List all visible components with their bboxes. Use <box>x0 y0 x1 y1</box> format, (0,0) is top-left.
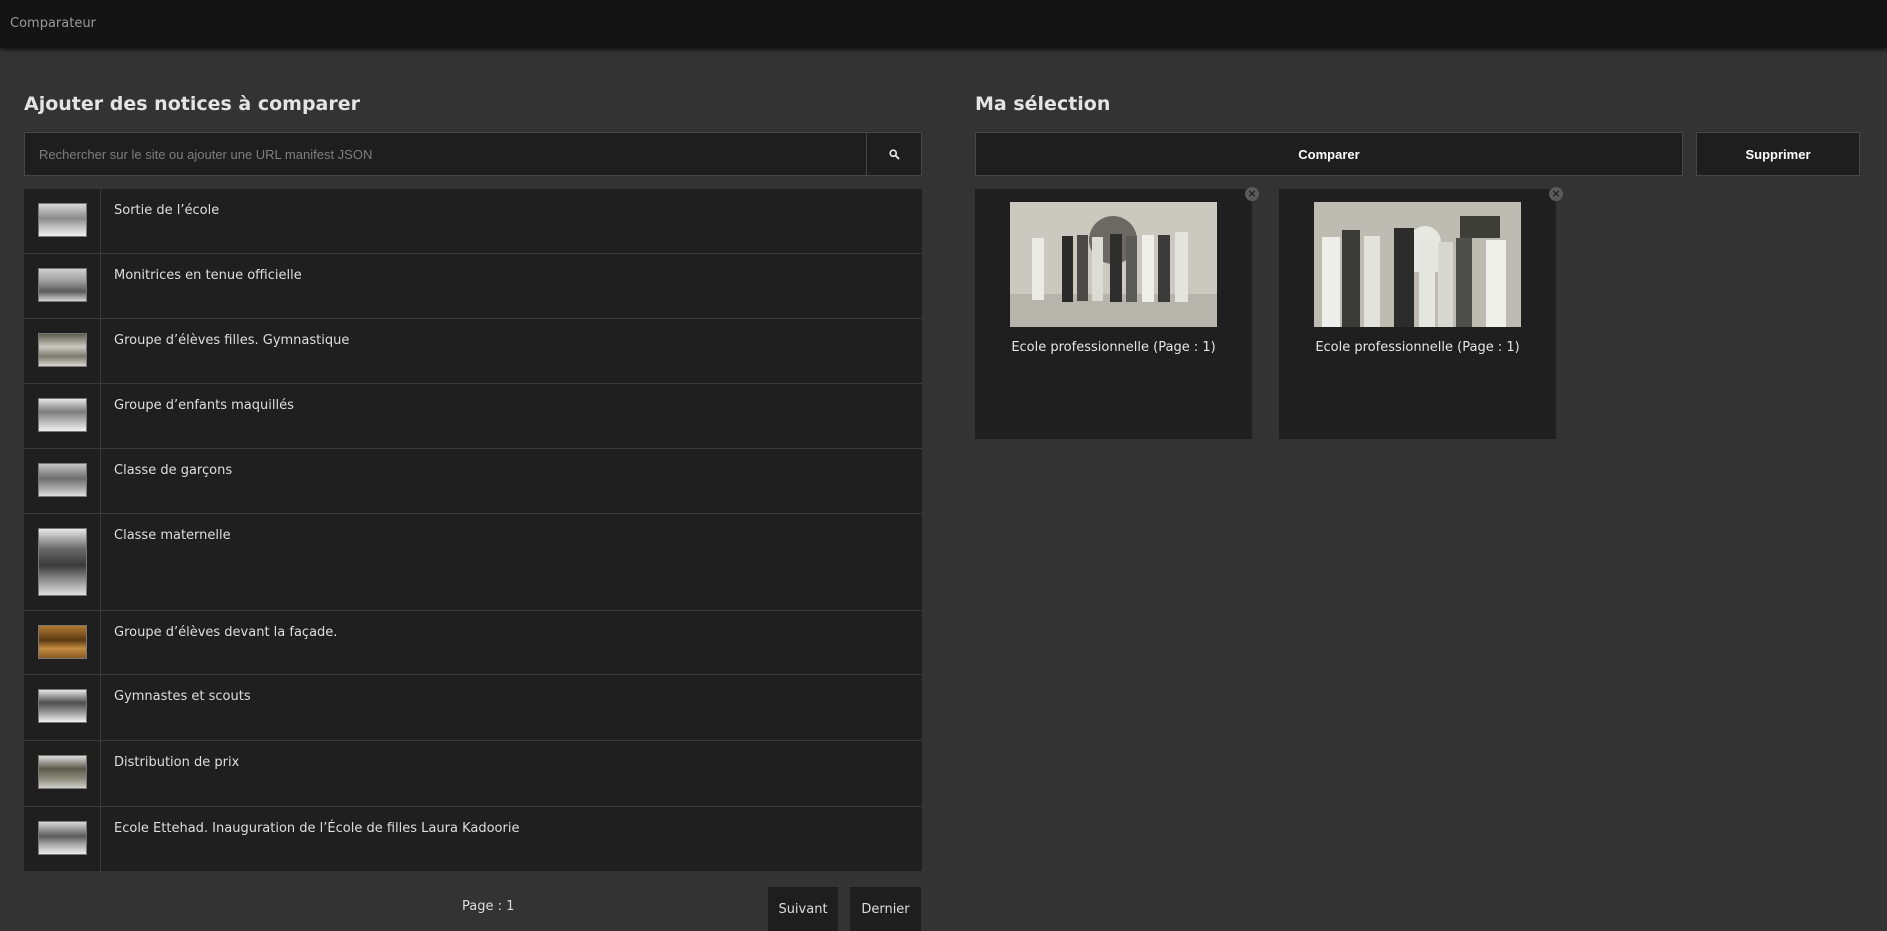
thumb-cell <box>24 611 101 674</box>
top-bar: Comparateur <box>0 0 1887 48</box>
result-list: Sortie de l’école Monitrices en tenue of… <box>24 189 922 871</box>
add-notices-title: Ajouter des notices à comparer <box>24 93 361 115</box>
compare-button[interactable]: Comparer <box>975 132 1683 176</box>
result-label: Groupe d’élèves devant la façade. <box>114 625 338 640</box>
thumb-cell <box>24 741 101 806</box>
result-label: Monitrices en tenue officielle <box>114 268 302 283</box>
close-circle-icon[interactable]: × <box>1549 187 1563 201</box>
search-input[interactable] <box>25 133 866 175</box>
thumb-cell <box>24 449 101 513</box>
search-button[interactable] <box>866 133 921 175</box>
result-row[interactable]: Groupe d’enfants maquillés <box>24 384 922 449</box>
result-row[interactable]: Groupe d’élèves filles. Gymnastique <box>24 319 922 384</box>
delete-button[interactable]: Supprimer <box>1696 132 1860 176</box>
result-thumbnail <box>37 689 87 723</box>
result-row[interactable]: Groupe d’élèves devant la façade. <box>24 611 922 675</box>
thumb-cell <box>24 514 101 610</box>
result-label: Groupe d’enfants maquillés <box>114 398 294 413</box>
result-row[interactable]: Sortie de l’école <box>24 189 922 254</box>
thumb-cell <box>24 189 101 253</box>
result-row[interactable]: Ecole Ettehad. Inauguration de l’École d… <box>24 807 922 871</box>
result-label: Ecole Ettehad. Inauguration de l’École d… <box>114 821 520 836</box>
thumb-cell <box>24 384 101 448</box>
result-label: Classe maternelle <box>114 528 231 543</box>
selection-card[interactable]: Ecole professionnelle (Page : 1) × <box>975 187 1259 439</box>
result-label: Groupe d’élèves filles. Gymnastique <box>114 333 350 348</box>
selection-thumbnail <box>1010 202 1217 327</box>
search-icon <box>888 148 900 160</box>
thumb-cell <box>24 675 101 740</box>
result-label: Gymnastes et scouts <box>114 689 251 704</box>
result-row[interactable]: Gymnastes et scouts <box>24 675 922 741</box>
result-thumbnail <box>37 755 87 789</box>
thumb-cell <box>24 319 101 383</box>
result-row[interactable]: Classe maternelle <box>24 514 922 611</box>
result-label: Distribution de prix <box>114 755 240 770</box>
result-label: Classe de garçons <box>114 463 233 478</box>
selection-caption: Ecole professionnelle (Page : 1) <box>1011 340 1216 355</box>
result-thumbnail <box>37 268 87 302</box>
thumb-cell <box>24 807 101 871</box>
page-indicator: Page : 1 <box>462 899 515 914</box>
selection-title: Ma sélection <box>975 93 1111 115</box>
thumb-cell <box>24 254 101 318</box>
result-thumbnail <box>37 203 87 237</box>
result-thumbnail <box>37 398 87 432</box>
next-page-button[interactable]: Suivant <box>768 887 838 931</box>
last-page-button[interactable]: Dernier <box>850 887 921 931</box>
selection-card[interactable]: Ecole professionnelle (Page : 1) × <box>1279 187 1563 439</box>
close-circle-icon[interactable]: × <box>1245 187 1259 201</box>
result-row[interactable]: Classe de garçons <box>24 449 922 514</box>
selection-caption: Ecole professionnelle (Page : 1) <box>1315 340 1520 355</box>
selection-thumbnail <box>1314 202 1521 327</box>
result-thumbnail <box>37 821 87 855</box>
result-thumbnail <box>37 528 87 596</box>
result-thumbnail <box>37 463 87 497</box>
search-box <box>24 132 922 176</box>
result-row[interactable]: Distribution de prix <box>24 741 922 807</box>
app-title: Comparateur <box>10 16 96 31</box>
result-label: Sortie de l’école <box>114 203 220 218</box>
result-thumbnail <box>37 625 87 659</box>
result-thumbnail <box>37 333 87 367</box>
result-row[interactable]: Monitrices en tenue officielle <box>24 254 922 319</box>
